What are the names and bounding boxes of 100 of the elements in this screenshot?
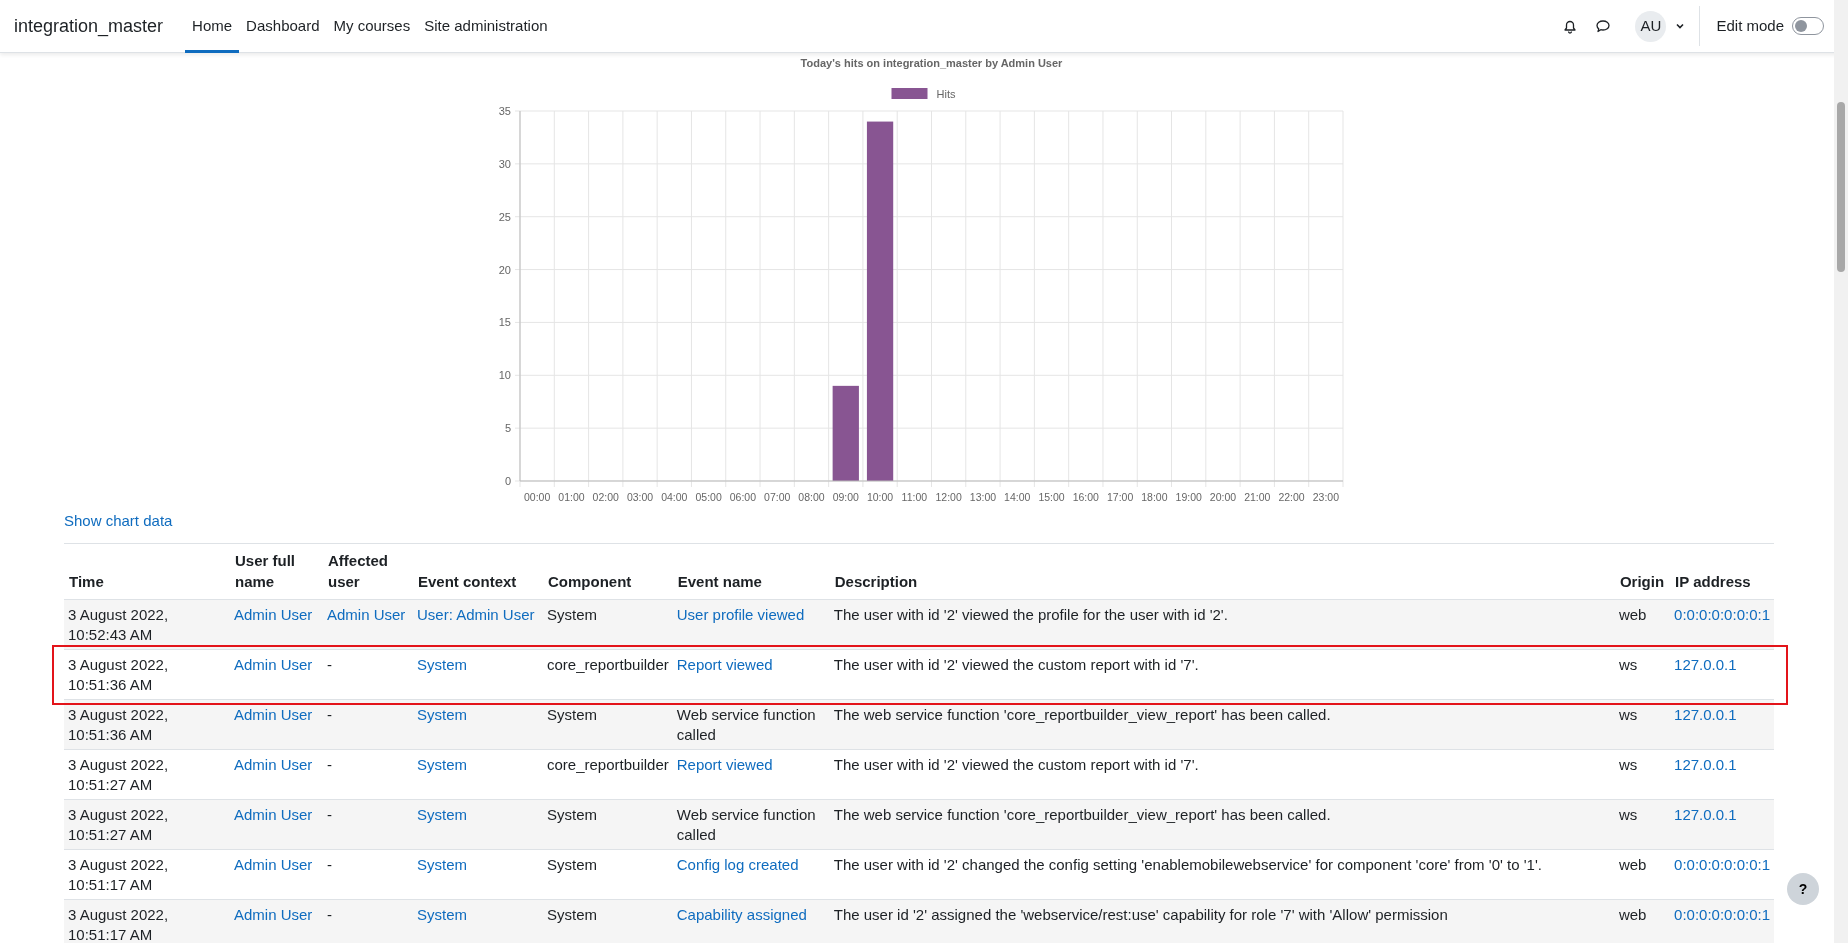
y-tick-label: 30: [498, 157, 511, 170]
table-cell-text: System: [547, 706, 597, 723]
table-link[interactable]: System: [417, 706, 467, 723]
table-cell-text: Web service function called: [676, 706, 816, 743]
table-cell-text: 3 August 2022, 10:51:17 AM: [68, 856, 169, 893]
table-cell-text: -: [327, 706, 332, 723]
table-link[interactable]: Admin User: [234, 756, 313, 773]
edit-mode-label: Edit mode: [1716, 15, 1784, 36]
x-tick-label: 07:00: [764, 491, 791, 503]
table-link[interactable]: System: [417, 756, 467, 773]
table-link[interactable]: Admin User: [234, 856, 313, 873]
legend-label: Hits: [936, 88, 956, 100]
table-cell-text: The web service function 'core_reportbuilder_view_report' has been called.: [833, 806, 1331, 823]
table-cell-text: ws: [1618, 756, 1638, 773]
table-link[interactable]: 127.0.0.1: [1674, 656, 1737, 673]
table-link[interactable]: System: [417, 806, 467, 823]
y-tick-label: 25: [498, 210, 511, 223]
x-tick-label: 02:00: [592, 491, 619, 503]
x-tick-label: 06:00: [729, 491, 757, 503]
x-tick-label: 04:00: [661, 491, 688, 503]
table-cell-text: ws: [1618, 706, 1638, 723]
x-tick-label: 10:00: [866, 491, 894, 503]
table-cell-text: The web service function 'core_reportbuilder_view_report' has been called.: [833, 706, 1331, 723]
table-cell-text: 3 August 2022, 10:51:27 AM: [68, 756, 169, 793]
caret-icon[interactable]: [1675, 22, 1686, 30]
column-header: Event name: [672, 543, 830, 600]
y-tick-label: 10: [498, 369, 511, 382]
table-cell-text: Web service function called: [676, 806, 816, 843]
y-tick-label: 0: [504, 475, 511, 487]
table-cell-text: 3 August 2022, 10:51:36 AM: [68, 706, 169, 743]
column-header: Component: [543, 543, 673, 600]
x-tick-label: 03:00: [626, 491, 654, 503]
column-header: IP address: [1670, 543, 1774, 600]
table-link[interactable]: Config log created: [676, 856, 799, 873]
table-link[interactable]: Report viewed: [676, 656, 773, 673]
table-cell-text: -: [327, 806, 332, 823]
table-link[interactable]: Admin User: [234, 656, 313, 673]
x-tick-label: 09:00: [832, 491, 859, 503]
table-link[interactable]: 0:0:0:0:0:0:0:1: [1674, 856, 1770, 873]
table-cell-text: 3 August 2022, 10:51:27 AM: [68, 806, 169, 843]
table-cell-text: web: [1618, 856, 1647, 873]
y-tick-label: 20: [498, 263, 511, 276]
x-tick-label: 08:00: [798, 491, 825, 503]
table-cell-text: -: [327, 656, 332, 673]
x-tick-label: 22:00: [1278, 491, 1305, 503]
table-cell-text: core_reportbuilder: [547, 756, 669, 773]
nav-link[interactable]: Dashboard: [239, 0, 327, 53]
table-cell-text: System: [547, 856, 597, 873]
scrollbar[interactable]: [1834, 0, 1848, 943]
x-tick-label: 20:00: [1209, 491, 1237, 503]
nav-link[interactable]: Site administration: [417, 0, 555, 53]
column-header: Origin: [1614, 543, 1671, 600]
edit-mode-switch[interactable]: [1792, 17, 1824, 35]
x-tick-label: 01:00: [558, 491, 585, 503]
x-tick-label: 14:00: [1004, 491, 1031, 503]
x-tick-label: 15:00: [1038, 491, 1065, 503]
table-link[interactable]: System: [417, 906, 467, 923]
legend-swatch: [891, 88, 928, 99]
x-tick-label: 05:00: [695, 491, 722, 503]
x-tick-label: 11:00: [901, 491, 928, 503]
table-cell-text: The user id '2' assigned the 'webservice/rest:use' capability for role '7' with 'Allow' permission: [833, 906, 1448, 923]
column-header: Event context: [413, 543, 543, 600]
table-link[interactable]: System: [417, 656, 467, 673]
show-chart-data-link[interactable]: Show chart data: [64, 510, 173, 533]
column-header: Time: [64, 543, 230, 600]
nav-link[interactable]: My courses: [326, 0, 418, 53]
table-cell-text: ws: [1618, 656, 1638, 673]
x-tick-label: 13:00: [969, 491, 997, 503]
nav-link[interactable]: Home: [185, 0, 240, 53]
user-avatar[interactable]: AU: [1635, 10, 1667, 42]
help-button[interactable]: ?: [1787, 873, 1819, 905]
y-tick-label: 15: [498, 316, 511, 329]
table-cell-text: The user with id '2' changed the config setting 'enablemobilewebservice' for component 'core' from '0' to '1'.: [833, 856, 1542, 873]
table-link[interactable]: 127.0.0.1: [1674, 756, 1737, 773]
table-link[interactable]: System: [417, 856, 467, 873]
column-header: Description: [829, 543, 1615, 600]
table-cell-text: 3 August 2022, 10:51:36 AM: [68, 656, 169, 693]
x-tick-label: 23:00: [1312, 491, 1339, 503]
x-tick-label: 21:00: [1244, 491, 1271, 503]
table-cell-text: System: [547, 606, 597, 623]
table-cell-text: -: [327, 856, 332, 873]
table-cell-text: core_reportbuilder: [547, 656, 669, 673]
x-tick-label: 17:00: [1106, 491, 1134, 503]
table-cell-text: -: [327, 906, 332, 923]
table-cell-text: web: [1618, 906, 1647, 923]
site-name[interactable]: integration_master: [14, 12, 164, 40]
x-tick-label: 16:00: [1072, 491, 1099, 503]
table-cell-text: The user with id '2' viewed the custom report with id '7'.: [833, 656, 1199, 673]
table-cell-text: ws: [1618, 806, 1638, 823]
table-cell-text: 3 August 2022, 10:51:17 AM: [68, 906, 169, 943]
chat-bubble-icon[interactable]: [1595, 18, 1612, 34]
table-cell-text: -: [327, 756, 332, 773]
chart-title: Today's hits on integration_master by Admin User: [800, 57, 1063, 69]
table-cell-text: 3 August 2022, 10:52:43 AM: [68, 606, 169, 643]
table-link[interactable]: Report viewed: [676, 756, 773, 773]
x-tick-label: 18:00: [1141, 491, 1168, 503]
table-cell-text: The user with id '2' viewed the custom report with id '7'.: [833, 756, 1199, 773]
y-tick-label: 35: [498, 105, 511, 117]
x-tick-label: 00:00: [524, 491, 551, 503]
table-cell-text: The user with id '2' viewed the profile for the user with id '2'.: [833, 606, 1228, 623]
